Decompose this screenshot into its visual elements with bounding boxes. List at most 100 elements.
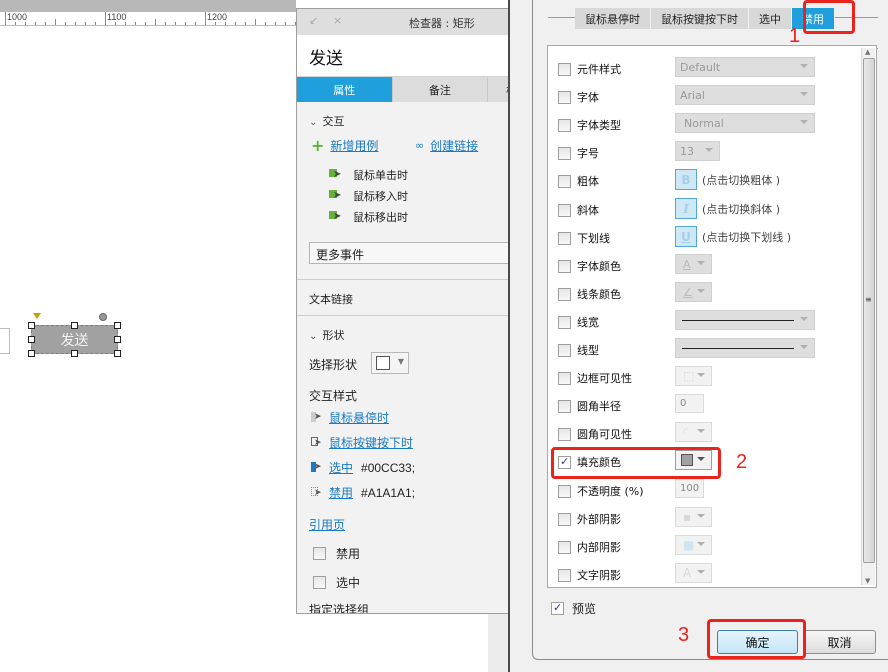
reference-page-link[interactable]: 引用页 [309, 516, 345, 533]
selected-checkbox-row[interactable]: 选中 [313, 574, 360, 591]
property-row[interactable]: 线条颜色 [558, 286, 621, 302]
property-row[interactable]: 线宽 [558, 314, 599, 330]
property-dropdown[interactable]: Normal [675, 113, 815, 133]
resize-handle[interactable] [114, 322, 121, 329]
resize-handle[interactable] [28, 322, 35, 329]
cancel-button[interactable]: 取消 [803, 630, 876, 654]
create-link-link[interactable]: ∞ 创建链接 [415, 137, 478, 154]
line-color-picker[interactable]: ∠ [675, 282, 712, 302]
design-canvas[interactable]: 1000 1100 1200 发送 [0, 0, 296, 672]
scroll-up-icon[interactable]: ▲ [865, 48, 870, 56]
property-row[interactable]: 字体颜色 [558, 258, 621, 274]
property-row[interactable]: 字体 [558, 89, 599, 105]
tab-notes[interactable]: 备注 [392, 77, 489, 102]
style-mousedown[interactable]: ➤ 鼠标按键按下时 [311, 434, 413, 451]
shape-section-header[interactable]: ⌄ 形状 [309, 327, 345, 343]
property-checkbox[interactable] [558, 146, 571, 160]
property-checkbox[interactable] [558, 568, 571, 582]
property-row[interactable]: 斜体 [558, 202, 599, 218]
partial-input-widget[interactable] [0, 328, 10, 354]
close-icon[interactable]: × [333, 14, 342, 27]
opacity-input[interactable]: 100 [675, 479, 704, 498]
style-disabled[interactable]: ➤ 禁用 #A1A1A1; [311, 484, 415, 501]
more-events-dropdown[interactable]: 更多事件 [309, 242, 532, 264]
property-checkbox[interactable] [558, 62, 571, 76]
resize-handle[interactable] [28, 350, 35, 357]
property-row[interactable]: 不透明度 (%) [558, 483, 644, 499]
event-onclick[interactable]: ➤ 鼠标单击时 [329, 167, 408, 183]
property-checkbox[interactable] [558, 90, 571, 104]
dialog-tab-mousedown[interactable]: 鼠标按键按下时 [651, 8, 749, 29]
property-row[interactable]: 字号 [558, 145, 599, 161]
add-case-link[interactable]: + 新增用例 [311, 137, 378, 154]
outer-shadow-picker[interactable]: ▪ [675, 507, 712, 527]
text-shadow-picker[interactable]: A [675, 563, 712, 583]
style-hover[interactable]: ➤ 鼠标悬停时 [311, 409, 389, 426]
property-checkbox[interactable] [558, 484, 571, 498]
property-row[interactable]: 圆角可见性 [558, 426, 632, 442]
property-checkbox[interactable] [558, 343, 571, 357]
interaction-section-header[interactable]: ⌄ 交互 [309, 113, 345, 129]
event-onmouseenter[interactable]: ➤ 鼠标移入时 [329, 188, 408, 204]
resize-handle[interactable] [71, 322, 78, 329]
property-row[interactable]: 下划线 [558, 230, 610, 246]
border-visibility-picker[interactable]: ⬚ [675, 366, 712, 386]
scroll-down-icon[interactable]: ▼ [865, 577, 870, 585]
font-size-dropdown[interactable]: 13 [675, 141, 720, 161]
italic-toggle[interactable]: I [675, 198, 697, 219]
property-checkbox[interactable] [558, 231, 571, 245]
property-row[interactable]: 圆角半径 [558, 398, 621, 414]
style-selected[interactable]: ➤ 选中 #00CC33; [311, 459, 415, 476]
selected-checkbox[interactable] [313, 576, 326, 589]
property-checkbox[interactable] [558, 399, 571, 413]
text-link-section[interactable]: 文本链接 [309, 291, 353, 307]
disabled-checkbox-row[interactable]: 禁用 [313, 545, 360, 562]
resize-handle[interactable] [114, 336, 121, 343]
property-checkbox[interactable] [558, 174, 571, 188]
rotate-handle-icon[interactable] [99, 313, 107, 321]
font-color-picker[interactable]: A [675, 254, 712, 274]
inner-shadow-picker[interactable]: ■ [675, 535, 712, 555]
property-checkbox[interactable] [558, 540, 571, 554]
property-row[interactable]: 元件样式 [558, 61, 621, 77]
property-dropdown[interactable]: Default [675, 57, 815, 77]
scrollbar-thumb[interactable] [863, 58, 875, 563]
property-row[interactable]: 粗体 [558, 173, 599, 189]
property-row[interactable]: 边框可见性 [558, 370, 632, 386]
property-checkbox[interactable] [558, 118, 571, 132]
property-checkbox[interactable] [558, 427, 571, 441]
line-style-dropdown[interactable] [675, 338, 815, 358]
dock-arrow-icon[interactable]: ↙ [309, 14, 318, 27]
property-row[interactable]: 字体类型 [558, 117, 621, 133]
resize-handle[interactable] [71, 350, 78, 357]
property-checkbox[interactable] [558, 512, 571, 526]
property-checkbox[interactable] [558, 203, 571, 217]
property-row[interactable]: 内部阴影 [558, 539, 621, 555]
property-row[interactable]: 线型 [558, 342, 599, 358]
toggle-hint: (点击切换斜体 ) [702, 203, 781, 216]
event-onmouseleave[interactable]: ➤ 鼠标移出时 [329, 209, 408, 225]
resize-handle[interactable] [114, 350, 121, 357]
property-checkbox[interactable] [558, 371, 571, 385]
properties-scrollbar[interactable]: ▲ ≡ ▼ [861, 48, 875, 585]
preview-checkbox[interactable] [551, 601, 564, 615]
corner-radius-input[interactable]: 0 [675, 394, 704, 413]
property-row[interactable]: 外部阴影 [558, 511, 621, 527]
property-checkbox[interactable] [558, 287, 571, 301]
property-row[interactable]: 文字阴影 [558, 567, 621, 583]
shape-picker-dropdown[interactable]: ▼ [371, 352, 409, 374]
property-dropdown[interactable]: Arial [675, 85, 815, 105]
underline-toggle[interactable]: U [675, 226, 697, 247]
line-width-dropdown[interactable] [675, 310, 815, 330]
property-checkbox[interactable] [558, 259, 571, 273]
element-name[interactable]: 发送 [297, 35, 532, 77]
resize-handle[interactable] [28, 336, 35, 343]
corner-visibility-picker[interactable]: ◜ [675, 422, 712, 442]
property-checkbox[interactable] [558, 315, 571, 329]
preview-checkbox-row[interactable]: 预览 [551, 600, 596, 617]
bold-toggle[interactable]: B [675, 169, 697, 190]
dialog-tab-hover[interactable]: 鼠标悬停时 [575, 8, 651, 29]
tab-properties[interactable]: 属性 [297, 77, 393, 102]
disabled-checkbox[interactable] [313, 547, 326, 560]
dialog-tab-selected[interactable]: 选中 [749, 8, 792, 29]
